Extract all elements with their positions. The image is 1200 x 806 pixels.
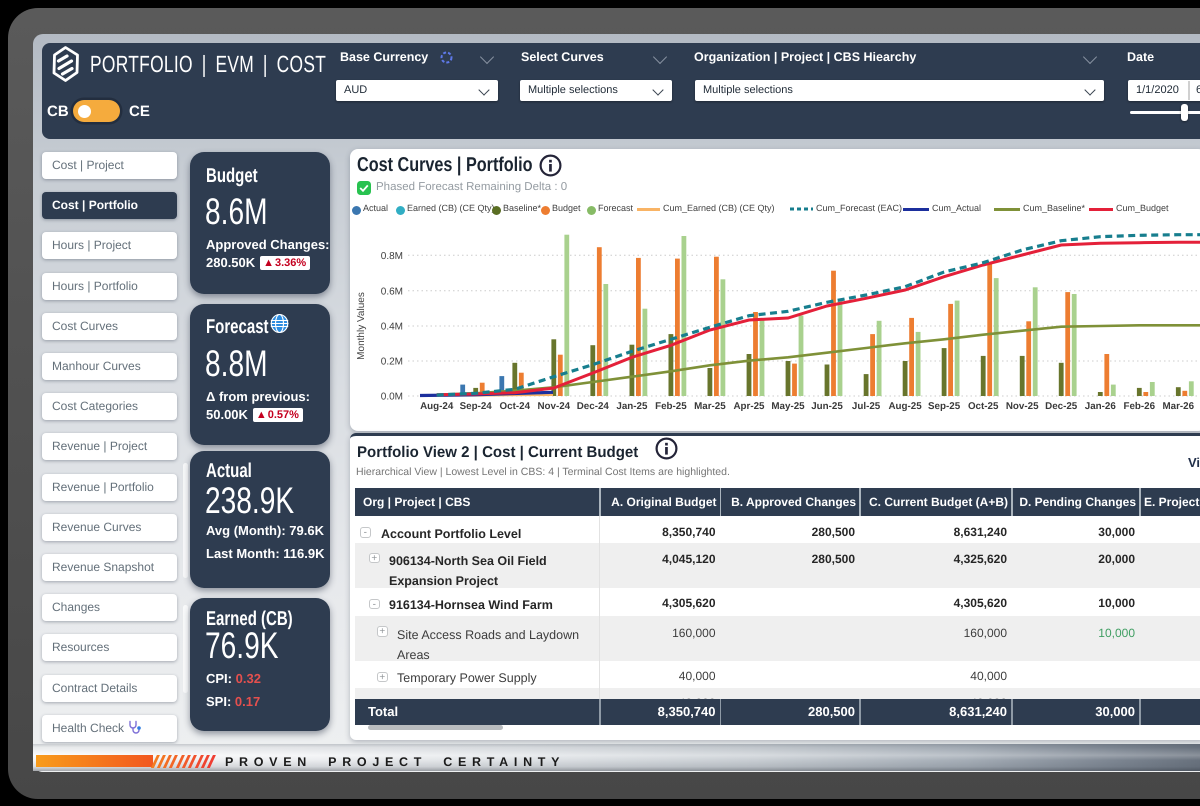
svg-text:Apr-25: Apr-25 bbox=[733, 401, 765, 412]
svg-text:Aug-24: Aug-24 bbox=[420, 401, 454, 412]
svg-text:Sep-25: Sep-25 bbox=[928, 401, 961, 412]
svg-text:0.4M: 0.4M bbox=[381, 322, 403, 333]
svg-text:Dec-24: Dec-24 bbox=[577, 401, 610, 412]
svg-text:Jun-25: Jun-25 bbox=[811, 401, 843, 412]
svg-text:Mar-26: Mar-26 bbox=[1163, 401, 1195, 412]
svg-text:Oct-25: Oct-25 bbox=[968, 401, 999, 412]
svg-text:Aug-25: Aug-25 bbox=[888, 401, 922, 412]
svg-text:0.2M: 0.2M bbox=[381, 357, 403, 368]
svg-text:0.0M: 0.0M bbox=[381, 392, 403, 403]
svg-text:Monthly Values: Monthly Values bbox=[356, 292, 367, 360]
svg-text:May-25: May-25 bbox=[771, 401, 805, 412]
svg-text:Nov-25: Nov-25 bbox=[1006, 401, 1039, 412]
svg-text:0.8M: 0.8M bbox=[381, 251, 403, 262]
svg-text:Oct-24: Oct-24 bbox=[500, 401, 531, 412]
svg-text:0.6M: 0.6M bbox=[381, 287, 403, 298]
svg-text:Mar-25: Mar-25 bbox=[694, 401, 726, 412]
svg-text:Jan-26: Jan-26 bbox=[1085, 401, 1117, 412]
svg-text:Dec-25: Dec-25 bbox=[1045, 401, 1078, 412]
svg-text:Nov-24: Nov-24 bbox=[537, 401, 570, 412]
svg-text:Feb-26: Feb-26 bbox=[1124, 401, 1156, 412]
svg-text:Feb-25: Feb-25 bbox=[655, 401, 687, 412]
svg-text:Jul-25: Jul-25 bbox=[852, 401, 881, 412]
svg-text:Sep-24: Sep-24 bbox=[460, 401, 493, 412]
svg-text:Jan-25: Jan-25 bbox=[616, 401, 648, 412]
